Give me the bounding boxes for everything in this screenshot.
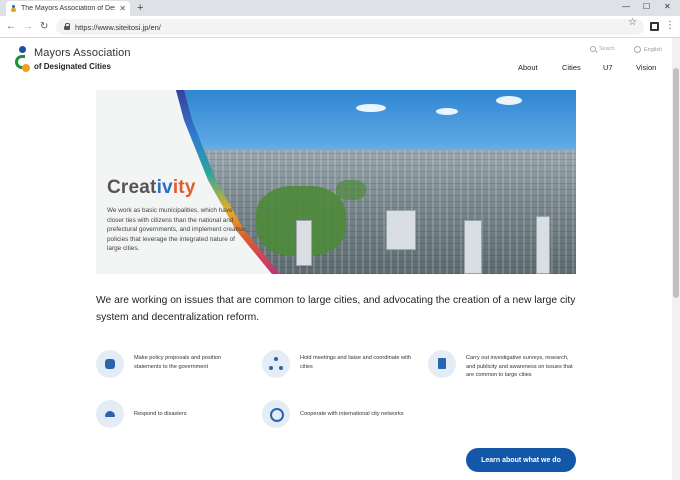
new-tab-icon[interactable]: + [137, 1, 143, 15]
lock-icon [64, 23, 70, 30]
tab-title: The Mayors Association of Desig [21, 5, 116, 12]
page-scrollbar[interactable] [672, 38, 680, 480]
bookmark-star-icon[interactable]: ☆ [628, 17, 637, 28]
brand-name-line1[interactable]: Mayors Association [34, 47, 131, 59]
nav-u7[interactable]: U7 [603, 63, 613, 72]
browser-tab[interactable]: The Mayors Association of Desig ✕ [6, 1, 130, 16]
feature-text: Respond to disasters [134, 411, 187, 417]
close-tab-icon[interactable]: ✕ [119, 4, 126, 13]
scrollbar-thumb[interactable] [673, 68, 679, 298]
forward-arrow-icon[interactable]: → [23, 20, 33, 34]
nav-cities[interactable]: Cities [562, 63, 581, 72]
site-favicon-icon [10, 5, 17, 12]
maximize-icon[interactable]: ☐ [643, 2, 650, 11]
extension-icon[interactable] [650, 22, 659, 31]
hero-banner: Creativity We work as basic municipaliti… [96, 90, 576, 274]
helmet-icon [96, 400, 124, 428]
browser-menu-icon[interactable]: ⋮ [665, 19, 675, 33]
search-box[interactable]: Seach [590, 46, 615, 52]
globe-network-icon [262, 400, 290, 428]
reload-icon[interactable]: ↻ [40, 20, 48, 34]
feature-surveys: Carry out investigative surveys, researc… [428, 350, 578, 380]
search-icon [590, 46, 596, 52]
feature-meetings: Hold meetings and liaise and coordinate … [262, 350, 412, 378]
close-window-icon[interactable]: ✕ [664, 2, 671, 11]
search-placeholder: Seach [599, 46, 615, 52]
feature-text: Carry out investigative surveys, researc… [466, 355, 573, 379]
mission-headline: We are working on issues that are common… [96, 295, 576, 323]
browser-tab-bar: The Mayors Association of Desig ✕ + — ☐ … [0, 0, 680, 16]
association-logo[interactable] [14, 46, 34, 76]
speech-bubble-icon [96, 350, 124, 378]
address-bar[interactable]: https://www.siteitosi.jp/en/ [56, 19, 644, 35]
language-label: English [644, 46, 663, 53]
feature-text: Cooperate with international city networ… [300, 411, 404, 417]
nav-about[interactable]: About [518, 63, 538, 72]
learn-more-button[interactable]: Learn about what we do [466, 448, 576, 472]
document-pen-icon [428, 350, 456, 378]
minimize-icon[interactable]: — [622, 2, 630, 11]
brand-name-line2[interactable]: of Designated Cities [34, 62, 111, 71]
feature-policy-proposals: Make policy proposals and position state… [96, 350, 246, 378]
address-bar-url: https://www.siteitosi.jp/en/ [75, 22, 161, 32]
nav-vision[interactable]: Vision [636, 63, 656, 72]
feature-text: Hold meetings and liaise and coordinate … [300, 355, 412, 370]
globe-icon [634, 46, 641, 53]
browser-toolbar: ← → ↻ https://www.siteitosi.jp/en/ ☆ ⋮ [0, 16, 680, 38]
language-selector[interactable]: English [634, 46, 662, 53]
web-page: Mayors Association of Designated Cities … [0, 38, 672, 480]
feature-disasters: Respond to disasters [96, 400, 246, 428]
hero-title: Creativity [107, 177, 196, 198]
feature-text: Make policy proposals and position state… [134, 355, 222, 370]
feature-international: Cooperate with international city networ… [262, 400, 432, 428]
back-arrow-icon[interactable]: ← [6, 20, 16, 34]
network-nodes-icon [262, 350, 290, 378]
hero-description: We work as basic municipalities, which h… [107, 207, 246, 253]
